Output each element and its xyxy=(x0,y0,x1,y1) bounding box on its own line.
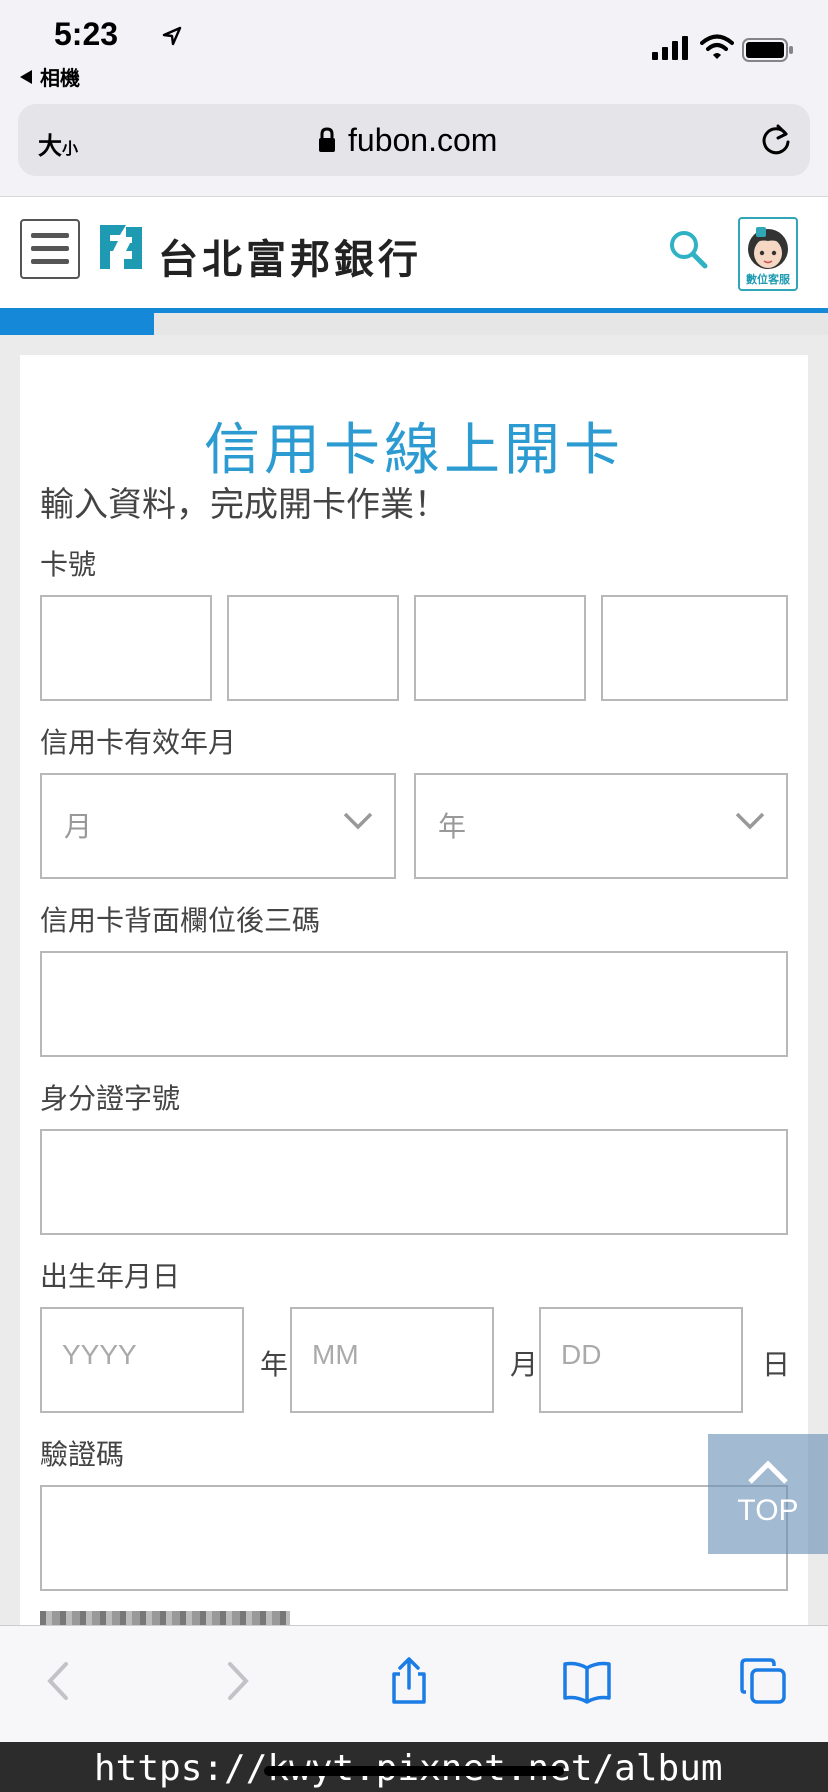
customer-service-label: 數位客服 xyxy=(746,273,790,286)
bookmarks-icon[interactable] xyxy=(562,1656,612,1706)
lock-icon xyxy=(319,127,335,152)
expiry-month-select[interactable]: 月 xyxy=(40,773,396,879)
card-number-field-3[interactable] xyxy=(414,595,586,701)
url-display[interactable]: fubon.com xyxy=(318,120,497,160)
birth-year-field[interactable]: YYYY xyxy=(40,1307,244,1413)
birth-month-unit: 月 xyxy=(510,1348,539,1381)
site-header: 台北富邦銀行 數位客服 xyxy=(0,196,828,312)
reload-icon[interactable] xyxy=(758,122,794,158)
birth-day-unit: 日 xyxy=(762,1348,791,1381)
back-to-app-link[interactable]: 相機 xyxy=(20,62,80,91)
scroll-progress-bar xyxy=(0,313,828,335)
scroll-progress-fill xyxy=(0,313,154,335)
id-number-field[interactable] xyxy=(40,1129,788,1235)
status-time: 5:23 xyxy=(54,16,119,52)
customer-service-avatar-icon xyxy=(748,227,788,269)
chevron-down-icon xyxy=(735,812,765,830)
status-bar: 5:23 相機 xyxy=(0,0,828,94)
birth-day-field[interactable]: DD xyxy=(539,1307,743,1413)
cvv-label: 信用卡背面欄位後三碼 xyxy=(40,904,321,937)
captcha-label: 驗證碼 xyxy=(40,1438,125,1471)
tabs-icon[interactable] xyxy=(738,1656,788,1706)
text-size-large: 大 xyxy=(38,132,62,160)
text-size-button[interactable]: 大小 xyxy=(38,126,78,161)
cvv-field[interactable] xyxy=(40,951,788,1057)
activation-form-card: 信用卡線上開卡 輸入資料，完成開卡作業！ 卡號 信用卡有效年月 月 年 信用卡背… xyxy=(20,355,808,1655)
text-size-small: 小 xyxy=(62,139,79,158)
digital-customer-service-button[interactable]: 數位客服 xyxy=(738,217,798,291)
birth-year-unit: 年 xyxy=(260,1348,289,1381)
birth-day-placeholder: DD xyxy=(561,1339,602,1370)
back-app-label: 相機 xyxy=(40,66,80,90)
card-number-label: 卡號 xyxy=(40,548,97,581)
back-arrow-icon[interactable] xyxy=(34,1656,84,1706)
expiry-year-placeholder: 年 xyxy=(438,810,467,843)
battery-icon xyxy=(742,38,793,62)
main-content: 信用卡線上開卡 輸入資料，完成開卡作業！ 卡號 信用卡有效年月 月 年 信用卡背… xyxy=(0,335,828,1655)
home-indicator[interactable] xyxy=(264,1766,564,1776)
cellular-signal-icon xyxy=(652,36,688,60)
chevron-down-icon xyxy=(343,812,373,830)
expiry-label: 信用卡有效年月 xyxy=(40,726,237,759)
menu-icon-line xyxy=(31,246,69,251)
forward-arrow-icon[interactable] xyxy=(212,1656,262,1706)
chevron-up-icon xyxy=(748,1460,788,1484)
birth-month-field[interactable]: MM xyxy=(290,1307,494,1413)
url-text: fubon.com xyxy=(348,121,498,158)
fubon-logo-icon[interactable] xyxy=(96,221,146,273)
location-arrow-icon xyxy=(162,26,182,46)
menu-button[interactable] xyxy=(20,219,80,279)
watermark-bar: https://kwyt.pixnet.net/album xyxy=(0,1742,828,1792)
expiry-year-select[interactable]: 年 xyxy=(414,773,788,879)
form-subtitle: 輸入資料，完成開卡作業！ xyxy=(40,485,448,525)
page-title: 信用卡線上開卡 xyxy=(204,418,624,483)
menu-icon xyxy=(31,233,69,238)
birthdate-label: 出生年月日 xyxy=(40,1260,181,1293)
id-number-label: 身分證字號 xyxy=(40,1082,181,1115)
search-icon[interactable] xyxy=(668,229,708,269)
card-number-field-1[interactable] xyxy=(40,595,212,701)
menu-icon-line xyxy=(31,259,69,264)
wifi-icon xyxy=(700,34,734,59)
birth-month-placeholder: MM xyxy=(312,1339,359,1370)
birth-year-placeholder: YYYY xyxy=(62,1339,137,1370)
captcha-field[interactable] xyxy=(40,1485,788,1591)
address-bar[interactable]: 大小 fubon.com xyxy=(18,104,810,176)
back-to-top-label: TOP xyxy=(737,1494,799,1527)
browser-toolbar xyxy=(0,1625,828,1742)
back-triangle-icon xyxy=(20,70,32,84)
card-number-field-4[interactable] xyxy=(601,595,788,701)
brand-name[interactable]: 台北富邦銀行 xyxy=(158,227,422,285)
back-to-top-button[interactable]: TOP xyxy=(708,1434,828,1554)
card-number-field-2[interactable] xyxy=(227,595,399,701)
expiry-month-placeholder: 月 xyxy=(64,810,93,843)
share-icon[interactable] xyxy=(384,1656,434,1706)
